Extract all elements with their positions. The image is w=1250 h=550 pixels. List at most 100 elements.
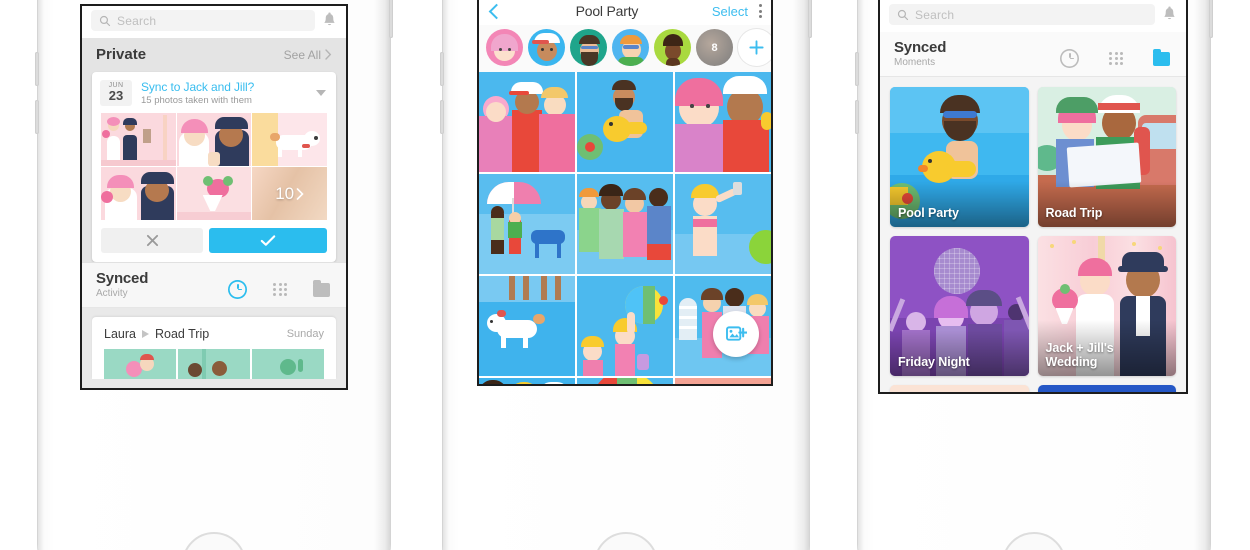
kebab-menu-icon[interactable] bbox=[759, 4, 762, 18]
avatar[interactable] bbox=[486, 29, 523, 66]
album-icon[interactable] bbox=[1153, 48, 1170, 66]
overflow-count: 8 bbox=[711, 41, 718, 54]
photo-tile[interactable] bbox=[479, 378, 575, 384]
avatar-overflow[interactable]: 8 bbox=[696, 29, 733, 66]
sync-card-thumbnails: 10 bbox=[92, 113, 336, 220]
plus-icon bbox=[749, 40, 764, 55]
moment-title: Pool Party bbox=[898, 206, 959, 221]
volume-down-button[interactable] bbox=[855, 100, 859, 134]
search-icon bbox=[99, 15, 111, 26]
grid-icon[interactable] bbox=[273, 282, 287, 297]
moment-card-friday-night[interactable]: Friday Night bbox=[890, 236, 1029, 376]
photo-tile[interactable] bbox=[577, 174, 673, 274]
photo-tile[interactable] bbox=[479, 174, 575, 274]
synced-header: Synced Activity bbox=[82, 262, 346, 308]
phone-right-screen: Search Synced Moments Pool Party Road Tr… bbox=[880, 0, 1186, 392]
photo-tile[interactable] bbox=[479, 276, 575, 376]
search-input[interactable]: Search bbox=[91, 10, 315, 31]
activity-user: Laura bbox=[104, 327, 136, 341]
volume-down-button[interactable] bbox=[35, 100, 39, 134]
moment-card-pool-party[interactable]: Pool Party bbox=[890, 87, 1029, 227]
photo-tile[interactable] bbox=[675, 72, 771, 172]
moment-card-road-trip[interactable]: Road Trip bbox=[1037, 87, 1176, 227]
synced-subtitle: Activity bbox=[96, 288, 128, 299]
see-all-button[interactable]: See All bbox=[284, 48, 332, 62]
power-button[interactable] bbox=[808, 0, 812, 38]
avatar[interactable] bbox=[612, 29, 649, 66]
search-bar: Search bbox=[82, 6, 346, 38]
photo-tile[interactable] bbox=[675, 378, 771, 384]
moment-title: Road Trip bbox=[1045, 206, 1103, 221]
avatar[interactable] bbox=[570, 29, 607, 66]
avatar[interactable] bbox=[654, 29, 691, 66]
list-item[interactable]: Laura Road Trip Sunday bbox=[92, 317, 336, 379]
album-icon[interactable] bbox=[313, 279, 330, 297]
activity-title: Laura Road Trip bbox=[104, 327, 209, 341]
photo-tile[interactable] bbox=[675, 174, 771, 274]
select-button[interactable]: Select bbox=[712, 4, 748, 19]
check-icon bbox=[260, 235, 276, 246]
photo-tile[interactable] bbox=[577, 72, 673, 172]
moments-grid: Pool Party Road Trip Friday Night Jack +… bbox=[880, 77, 1186, 392]
thumbnail[interactable] bbox=[252, 349, 324, 379]
power-button[interactable] bbox=[389, 0, 393, 38]
volume-up-button[interactable] bbox=[440, 52, 444, 86]
bell-icon[interactable] bbox=[322, 12, 337, 29]
search-icon bbox=[897, 9, 909, 20]
grid-icon[interactable] bbox=[1109, 51, 1123, 66]
sidebar-item-recent[interactable] bbox=[228, 280, 247, 299]
thumbnail[interactable] bbox=[178, 349, 250, 379]
thumbnail-more-overlay[interactable]: 10 bbox=[252, 167, 327, 220]
sync-card-subtitle: 15 photos taken with them bbox=[141, 95, 252, 106]
thumbnail-dog[interactable] bbox=[252, 113, 327, 166]
thumbnail-couple-portrait[interactable] bbox=[101, 167, 176, 220]
volume-up-button[interactable] bbox=[855, 52, 859, 86]
phone-left-screen: Search Private See All JUN 23 Sync to Ja… bbox=[82, 6, 346, 388]
sidebar-item-recent[interactable] bbox=[1060, 49, 1079, 68]
add-photo-icon bbox=[725, 325, 747, 341]
bell-icon[interactable] bbox=[1162, 6, 1177, 23]
synced-title: Synced bbox=[894, 39, 947, 56]
volume-down-button[interactable] bbox=[440, 100, 444, 134]
avatar[interactable] bbox=[528, 29, 565, 66]
decline-button[interactable] bbox=[101, 228, 204, 253]
page-title: Pool Party bbox=[575, 3, 639, 19]
clock-icon bbox=[1060, 49, 1079, 68]
photo-tile[interactable] bbox=[479, 72, 575, 172]
sync-suggestion-card[interactable]: JUN 23 Sync to Jack and Jill? 15 photos … bbox=[92, 72, 336, 262]
clock-icon bbox=[228, 280, 247, 299]
date-day: 23 bbox=[108, 88, 124, 104]
synced-title: Synced bbox=[96, 270, 149, 287]
sync-card-header: JUN 23 Sync to Jack and Jill? 15 photos … bbox=[92, 72, 336, 113]
power-button[interactable] bbox=[1209, 0, 1213, 38]
moment-card-puppy-days[interactable]: Puppy Days bbox=[890, 385, 1029, 392]
activity-row: Laura Road Trip Sunday bbox=[92, 317, 336, 349]
add-people-button[interactable] bbox=[738, 29, 771, 66]
thumbnail[interactable] bbox=[104, 349, 176, 379]
activity-thumbnails bbox=[92, 349, 336, 379]
thumbnail-bouquet[interactable] bbox=[176, 167, 252, 220]
phone-center: Pool Party Select 8 bbox=[440, 0, 812, 550]
synced-header: Synced Moments bbox=[880, 32, 1186, 77]
activity-time: Sunday bbox=[286, 328, 324, 340]
search-placeholder: Search bbox=[117, 13, 157, 28]
thumbnail-wedding-closeup[interactable] bbox=[176, 113, 252, 166]
accept-button[interactable] bbox=[209, 228, 327, 253]
synced-subtitle: Moments bbox=[894, 57, 936, 68]
moment-card-sams-birthday[interactable]: Sam's Birthday bbox=[1037, 385, 1176, 392]
search-input[interactable]: Search bbox=[889, 4, 1155, 25]
add-photo-button[interactable] bbox=[713, 311, 759, 357]
more-count: 10 bbox=[275, 183, 295, 203]
activity-album: Road Trip bbox=[154, 327, 210, 341]
thumbnail-wedding-couple[interactable] bbox=[101, 113, 176, 166]
photo-tile[interactable] bbox=[577, 378, 673, 384]
date-chip: JUN 23 bbox=[100, 80, 132, 106]
screenshot-canvas: Search Private See All JUN 23 Sync to Ja… bbox=[0, 0, 1250, 550]
close-icon bbox=[146, 234, 158, 247]
phone-right: Search Synced Moments Pool Party Road Tr… bbox=[855, 0, 1213, 550]
moment-card-wedding[interactable]: Jack + Jill's Wedding bbox=[1037, 236, 1176, 376]
caret-down-icon[interactable] bbox=[316, 90, 326, 96]
volume-up-button[interactable] bbox=[35, 52, 39, 86]
photo-tile[interactable] bbox=[577, 276, 673, 376]
private-header: Private See All bbox=[92, 38, 336, 72]
